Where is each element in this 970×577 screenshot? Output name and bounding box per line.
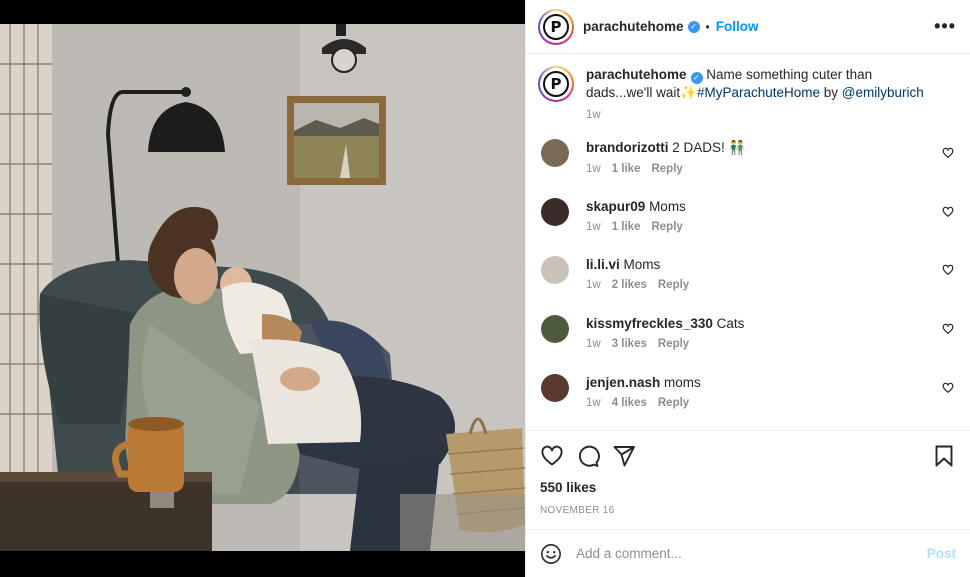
comment-rows: brandorizotti 2 DADS! 👬 1w 1 like Reply skap… xyxy=(538,129,956,422)
comment-likes[interactable]: 3 likes xyxy=(612,338,647,350)
comment-text-line: skapur09 Moms xyxy=(586,198,694,214)
reply-button[interactable]: Reply xyxy=(658,279,689,291)
caption-text-block: parachutehome ✓ Name something cuter than… xyxy=(586,66,926,129)
post-caption: P parachutehome ✓ Name something cuter th… xyxy=(538,54,956,129)
comment-time[interactable]: 1w xyxy=(586,163,601,175)
comment-likes[interactable]: 2 likes xyxy=(612,279,647,291)
comment-heart-icon[interactable] xyxy=(942,206,954,218)
reply-button[interactable]: Reply xyxy=(658,338,689,350)
comment-row: brandorizotti 2 DADS! 👬 1w 1 like Reply xyxy=(538,129,956,188)
comment-content: li.li.vi Moms 1w 2 likes Reply xyxy=(586,256,700,291)
comment-heart-icon[interactable] xyxy=(942,323,954,335)
commenter-username[interactable]: jenjen.nash xyxy=(586,375,660,390)
comment-meta: 1w 1 like Reply xyxy=(586,163,745,175)
caption-author[interactable]: parachutehome xyxy=(586,67,687,82)
comment-row: li.li.vi Moms 1w 2 likes Reply xyxy=(538,246,956,305)
instagram-post-view: P parachutehome ✓ • Follow ••• P parachu… xyxy=(0,0,970,577)
avatar-letter: P xyxy=(543,71,569,97)
comment-text: Cats xyxy=(716,316,745,332)
post-date[interactable]: NOVEMBER 16 xyxy=(540,505,956,516)
bookmark-icon[interactable] xyxy=(932,444,956,468)
comment-text-line: kissmyfreckles_330 Cats xyxy=(586,315,744,331)
comment-time[interactable]: 1w xyxy=(586,397,601,409)
comment-heart-icon[interactable] xyxy=(942,382,954,394)
comment-input[interactable] xyxy=(576,546,927,561)
comment-row: jenjen.nash moms 1w 4 likes Reply xyxy=(538,364,956,423)
caption-by: by xyxy=(820,85,842,100)
commenter-avatar[interactable] xyxy=(541,139,569,167)
photo-illustration xyxy=(0,24,525,551)
commenter-avatar[interactable] xyxy=(541,315,569,344)
comment-meta: 1w 3 likes Reply xyxy=(586,338,744,350)
reply-button[interactable]: Reply xyxy=(651,163,682,175)
likes-count[interactable]: 550 likes xyxy=(540,480,956,495)
reply-button[interactable]: Reply xyxy=(651,221,682,233)
follow-button[interactable]: Follow xyxy=(716,19,759,34)
comment-heart-icon[interactable] xyxy=(942,264,954,276)
commenter-username[interactable]: brandorizotti xyxy=(586,140,669,155)
comments-list[interactable]: P parachutehome ✓ Name something cuter th… xyxy=(526,54,970,430)
comment-text: Moms xyxy=(623,257,661,273)
caption-mention[interactable]: @emilyburich xyxy=(842,85,924,100)
commenter-username[interactable]: li.li.vi xyxy=(586,257,620,272)
share-icon[interactable] xyxy=(612,444,636,468)
comment-text-line: li.li.vi Moms xyxy=(586,256,700,272)
commenter-avatar[interactable] xyxy=(541,256,569,285)
caption-author-avatar[interactable]: P xyxy=(538,66,574,102)
author-avatar[interactable]: P xyxy=(538,8,574,45)
comment-row: skapur09 Moms 1w 1 like Reply xyxy=(538,188,956,247)
sparkle-emoji: ✨ xyxy=(680,85,697,100)
caption-meta: 1w xyxy=(586,107,926,124)
comment-row: kissmyfreckles_330 Cats 1w 3 likes Reply xyxy=(538,305,956,364)
comment-icon[interactable] xyxy=(576,444,600,468)
comment-text: moms xyxy=(664,374,701,390)
post-side-panel: P parachutehome ✓ • Follow ••• P parachu… xyxy=(525,0,970,577)
comment-heart-icon[interactable] xyxy=(942,147,954,159)
comment-content: kissmyfreckles_330 Cats 1w 3 likes Reply xyxy=(586,315,744,350)
post-comment-button[interactable]: Post xyxy=(927,546,956,561)
comment-time[interactable]: 1w xyxy=(586,221,601,233)
post-header: P parachutehome ✓ • Follow ••• xyxy=(526,0,970,54)
comment-time[interactable]: 1w xyxy=(586,279,601,291)
comment-meta: 1w 1 like Reply xyxy=(586,221,694,233)
comment-content: jenjen.nash moms 1w 4 likes Reply xyxy=(586,374,701,409)
action-icons xyxy=(540,431,956,477)
comment-text: Moms xyxy=(649,198,686,214)
add-comment-row: Post xyxy=(526,529,970,577)
comment-likes[interactable]: 1 like xyxy=(612,221,641,233)
verified-icon: ✓ xyxy=(690,72,703,84)
avatar-letter: P xyxy=(543,13,569,40)
more-icon[interactable]: ••• xyxy=(934,16,956,37)
reply-button[interactable]: Reply xyxy=(658,397,689,409)
comment-meta: 1w 4 likes Reply xyxy=(586,397,701,409)
post-photo[interactable] xyxy=(0,24,525,551)
comment-text: 2 DADS! 👬 xyxy=(672,140,746,155)
comment-time[interactable]: 1w xyxy=(586,338,601,350)
emoji-icon[interactable] xyxy=(540,543,562,565)
heart-icon[interactable] xyxy=(540,444,564,468)
verified-icon: ✓ xyxy=(687,20,700,33)
comment-meta: 1w 2 likes Reply xyxy=(586,279,700,291)
commenter-username[interactable]: kissmyfreckles_330 xyxy=(586,316,713,331)
comment-text-line: brandorizotti 2 DADS! 👬 xyxy=(586,139,745,156)
commenter-avatar[interactable] xyxy=(541,197,569,226)
author-username[interactable]: parachutehome xyxy=(583,19,684,34)
separator-dot: • xyxy=(705,19,710,34)
commenter-username[interactable]: skapur09 xyxy=(586,199,645,214)
commenter-avatar[interactable] xyxy=(541,373,569,402)
comment-content: brandorizotti 2 DADS! 👬 1w 1 like Reply xyxy=(586,139,745,175)
caption-time[interactable]: 1w xyxy=(586,109,601,121)
comment-text-line: jenjen.nash moms xyxy=(586,374,701,390)
comment-content: skapur09 Moms 1w 1 like Reply xyxy=(586,198,694,233)
caption-hashtag[interactable]: #MyParachuteHome xyxy=(697,85,820,100)
comment-likes[interactable]: 4 likes xyxy=(612,397,647,409)
comment-likes[interactable]: 1 like xyxy=(612,163,641,175)
